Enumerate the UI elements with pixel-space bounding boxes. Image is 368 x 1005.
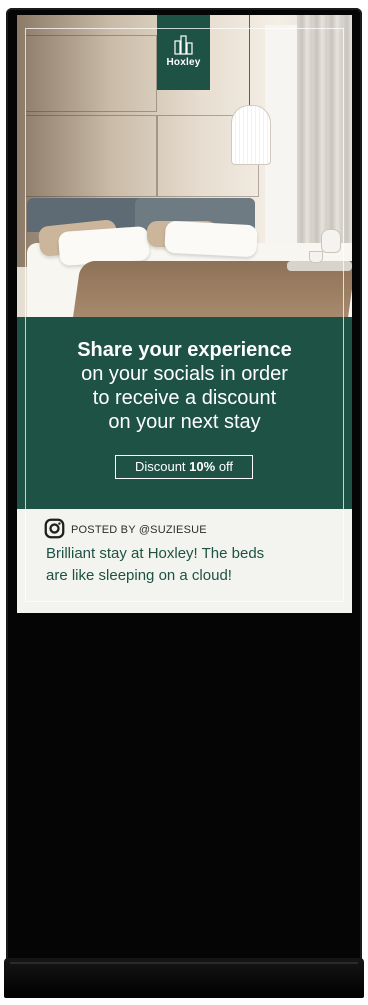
brand-name: Hoxley <box>166 57 201 68</box>
wall-panel <box>25 35 157 112</box>
kiosk-base <box>4 958 364 998</box>
pillow <box>164 220 258 258</box>
promo-line: on your socials in order <box>81 363 288 385</box>
wall-panel <box>25 115 157 197</box>
discount-suffix: off <box>218 459 234 474</box>
display-screen: Hoxley Share your experience on your soc… <box>17 15 352 613</box>
post-text-line: Brilliant stay at Hoxley! The beds <box>46 545 265 562</box>
discount-badge: Discount 10% off <box>115 455 253 479</box>
post-text: Brilliant stay at Hoxley! The beds are l… <box>46 543 316 587</box>
cup <box>309 251 323 263</box>
lamp-cord <box>249 15 250 107</box>
brand-logo: Hoxley <box>157 15 210 90</box>
pendant-lamp <box>231 105 271 165</box>
post-author: POSTED BY @SUZIESUE <box>71 524 207 536</box>
discount-value: 10% <box>189 459 216 474</box>
promo-line: on your next stay <box>108 411 261 433</box>
instagram-icon <box>44 518 65 539</box>
discount-prefix: Discount <box>134 459 186 474</box>
kiosk-base-edge <box>10 962 358 964</box>
building-icon <box>174 35 193 55</box>
promo-headline: Share your experience <box>77 339 292 361</box>
promo-subline: on your socials in order to receive a di… <box>17 362 352 434</box>
post-text-line: are like sleeping on a cloud! <box>46 567 232 584</box>
promo-line: to receive a discount <box>92 387 277 409</box>
teapot <box>321 229 341 253</box>
